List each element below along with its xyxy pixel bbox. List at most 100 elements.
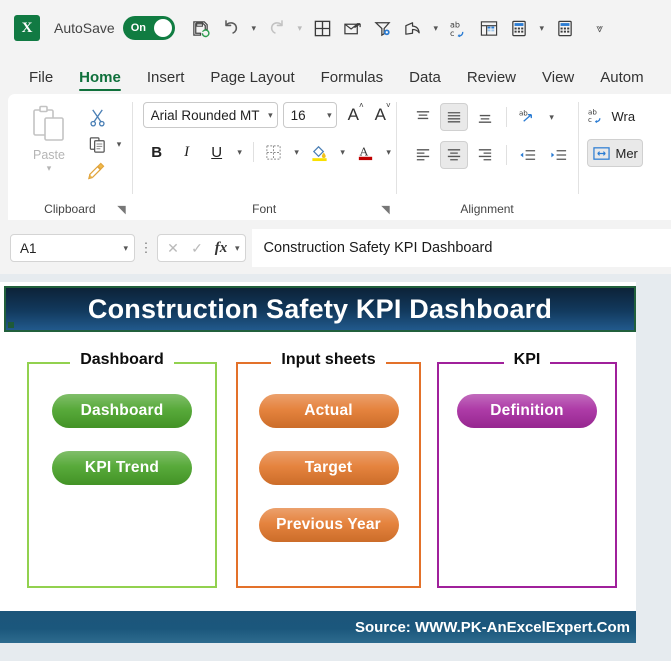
ribbon-group-wrap-merge: ab c Wra Mer bbox=[579, 94, 671, 220]
autosave-toggle[interactable]: On bbox=[122, 16, 175, 40]
name-box[interactable]: A1 ▾ bbox=[10, 234, 135, 262]
svg-text:c: c bbox=[450, 29, 454, 38]
button-kpi-trend[interactable]: KPI Trend bbox=[52, 451, 192, 485]
share-icon[interactable] bbox=[399, 13, 427, 43]
underline-button[interactable]: U bbox=[203, 138, 231, 166]
copy-dropdown-icon[interactable]: ▾ bbox=[112, 129, 126, 159]
paste-dropdown-icon[interactable]: ▾ bbox=[47, 163, 52, 174]
excel-window: X AutoSave On ▾ ▾ ▾ ab c ▾ ⩔ File Home I… bbox=[0, 0, 671, 661]
spelling-icon[interactable]: ab c bbox=[445, 13, 473, 43]
sheet-right-padding bbox=[636, 274, 671, 661]
cut-icon[interactable] bbox=[82, 108, 112, 127]
font-size-input[interactable]: 16 ▾ bbox=[282, 102, 337, 128]
calculate-icon[interactable] bbox=[505, 13, 533, 43]
increase-indent-icon[interactable] bbox=[545, 141, 573, 169]
font-color-dropdown-icon[interactable]: ▾ bbox=[382, 137, 396, 167]
orientation-icon[interactable]: ab bbox=[514, 103, 542, 131]
svg-text:c: c bbox=[588, 115, 592, 124]
formula-input[interactable]: Construction Safety KPI Dashboard bbox=[251, 229, 671, 267]
calculate-sheet-icon[interactable] bbox=[551, 13, 579, 43]
button-previous-year[interactable]: Previous Year bbox=[258, 508, 399, 542]
name-box-value: A1 bbox=[20, 240, 37, 256]
orientation-dropdown-icon[interactable]: ▾ bbox=[545, 102, 559, 132]
dashboard-title-banner[interactable]: Construction Safety KPI Dashboard bbox=[4, 286, 636, 332]
font-color-button[interactable]: A bbox=[352, 138, 380, 166]
button-target[interactable]: Target bbox=[258, 451, 399, 485]
font-dialog-launcher[interactable]: ◥ bbox=[381, 203, 389, 216]
copy-icon[interactable] bbox=[82, 135, 112, 154]
underline-dropdown-icon[interactable]: ▾ bbox=[233, 137, 247, 167]
font-name-dropdown-icon[interactable]: ▾ bbox=[268, 110, 273, 121]
svg-text:A: A bbox=[359, 144, 369, 158]
borders-icon[interactable] bbox=[309, 13, 337, 43]
align-right-icon[interactable] bbox=[471, 141, 499, 169]
filter-settings-icon[interactable] bbox=[369, 13, 397, 43]
align-center-icon[interactable] bbox=[439, 141, 468, 169]
merge-cells-button[interactable]: Mer bbox=[586, 139, 643, 167]
clipboard-group-label: Clipboard bbox=[44, 202, 96, 216]
italic-button[interactable]: I bbox=[173, 138, 201, 166]
button-definition[interactable]: Definition bbox=[457, 394, 597, 428]
tab-automate[interactable]: Autom bbox=[587, 65, 656, 94]
increase-font-size-icon[interactable]: A˄ bbox=[348, 101, 364, 125]
share-dropdown-icon[interactable]: ▾ bbox=[429, 13, 443, 43]
email-icon[interactable] bbox=[339, 13, 367, 43]
align-top-icon[interactable] bbox=[409, 103, 437, 131]
redo-dropdown-icon: ▾ bbox=[297, 22, 302, 33]
format-painter-icon[interactable] bbox=[82, 162, 112, 181]
fill-color-button[interactable] bbox=[306, 138, 334, 166]
decrease-font-size-icon[interactable]: A˅ bbox=[375, 101, 391, 125]
tab-file[interactable]: File bbox=[16, 65, 66, 94]
wrap-text-button[interactable]: ab c Wra bbox=[587, 102, 671, 130]
align-bottom-icon[interactable] bbox=[471, 103, 499, 131]
font-name-input[interactable]: Arial Rounded MT ▾ bbox=[142, 102, 278, 128]
fill-color-dropdown-icon[interactable]: ▾ bbox=[336, 137, 350, 167]
save-icon[interactable] bbox=[187, 13, 215, 43]
insert-function-icon[interactable]: fx bbox=[211, 240, 231, 257]
pivot-table-icon[interactable] bbox=[475, 13, 503, 43]
name-box-dropdown-icon[interactable]: ▾ bbox=[123, 243, 128, 254]
decrease-indent-icon[interactable] bbox=[514, 141, 542, 169]
navigation-cards: Dashboard Dashboard KPI Trend Input shee… bbox=[4, 348, 636, 606]
tab-formulas[interactable]: Formulas bbox=[308, 65, 397, 94]
align-left-icon[interactable] bbox=[409, 141, 437, 169]
align-middle-icon[interactable] bbox=[439, 103, 468, 131]
alignment-divider bbox=[505, 107, 507, 127]
bold-button[interactable]: B bbox=[143, 138, 171, 166]
formula-bar-options-icon[interactable]: ⋮ bbox=[135, 240, 157, 256]
svg-text:ab: ab bbox=[519, 108, 528, 117]
sheet-bottom-padding bbox=[0, 643, 671, 661]
tab-home[interactable]: Home bbox=[66, 65, 134, 94]
ribbon-group-clipboard: Paste ▾ ▾ Clipboard ◥ bbox=[8, 94, 132, 220]
undo-dropdown-icon[interactable]: ▾ bbox=[247, 13, 261, 43]
toggle-knob bbox=[153, 19, 172, 37]
calculate-dropdown-icon[interactable]: ▾ bbox=[535, 13, 549, 43]
paste-icon bbox=[29, 104, 69, 146]
wrap-text-icon: ab c bbox=[587, 107, 607, 125]
clipboard-dialog-launcher[interactable]: ◥ bbox=[117, 203, 125, 216]
button-dashboard[interactable]: Dashboard bbox=[52, 394, 192, 428]
cancel-icon[interactable]: ✕ bbox=[163, 240, 183, 257]
tab-page-layout[interactable]: Page Layout bbox=[197, 65, 307, 94]
dashboard-title-text: Construction Safety KPI Dashboard bbox=[87, 293, 553, 324]
merge-label: Mer bbox=[615, 145, 638, 161]
group-kpi: KPI Definition bbox=[437, 351, 617, 588]
selection-handle[interactable] bbox=[8, 322, 14, 328]
group-input-sheets: Input sheets Actual Target Previous Year bbox=[236, 351, 421, 588]
tab-review[interactable]: Review bbox=[454, 65, 529, 94]
customize-qat-icon[interactable]: ⩔ bbox=[593, 13, 607, 43]
tab-data[interactable]: Data bbox=[396, 65, 454, 94]
button-actual[interactable]: Actual bbox=[258, 394, 399, 428]
undo-icon[interactable] bbox=[217, 13, 245, 43]
borders-dropdown-icon[interactable]: ▾ bbox=[290, 137, 304, 167]
paste-button[interactable]: Paste ▾ bbox=[16, 100, 82, 184]
tab-view[interactable]: View bbox=[529, 65, 587, 94]
ribbon-tab-bar: File Home Insert Page Layout Formulas Da… bbox=[0, 56, 671, 94]
autosave-state-label: On bbox=[130, 22, 146, 34]
alignment-divider-2 bbox=[505, 145, 507, 165]
tab-insert[interactable]: Insert bbox=[134, 65, 198, 94]
confirm-icon[interactable]: ✓ bbox=[187, 240, 207, 257]
formula-expand-icon[interactable]: ▾ bbox=[235, 243, 240, 254]
borders-button[interactable] bbox=[260, 138, 288, 166]
font-size-dropdown-icon[interactable]: ▾ bbox=[327, 110, 332, 121]
